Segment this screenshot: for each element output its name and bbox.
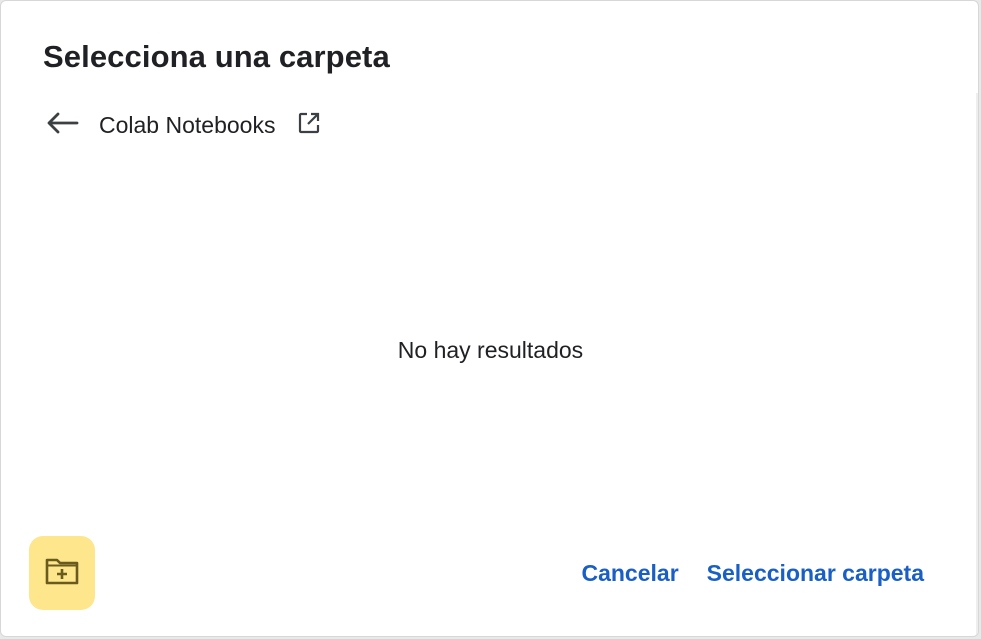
open-in-new-icon <box>297 111 321 140</box>
current-folder-label: Colab Notebooks <box>99 111 276 138</box>
cancel-button[interactable]: Cancelar <box>581 560 678 587</box>
arrow-left-icon <box>45 111 79 140</box>
select-folder-dialog: Selecciona una carpeta Colab Notebooks N… <box>0 0 979 637</box>
back-button[interactable] <box>41 105 87 145</box>
open-in-new-button[interactable] <box>295 111 323 139</box>
breadcrumb: Colab Notebooks <box>41 105 323 145</box>
create-new-folder-icon <box>44 556 80 591</box>
dialog-actions: Cancelar Seleccionar carpeta <box>581 553 924 593</box>
dialog-edge <box>976 93 978 636</box>
dialog-title: Selecciona una carpeta <box>43 39 390 74</box>
select-folder-button[interactable]: Seleccionar carpeta <box>707 560 924 587</box>
empty-results-message: No hay resultados <box>397 337 584 363</box>
new-folder-button[interactable] <box>29 536 95 610</box>
